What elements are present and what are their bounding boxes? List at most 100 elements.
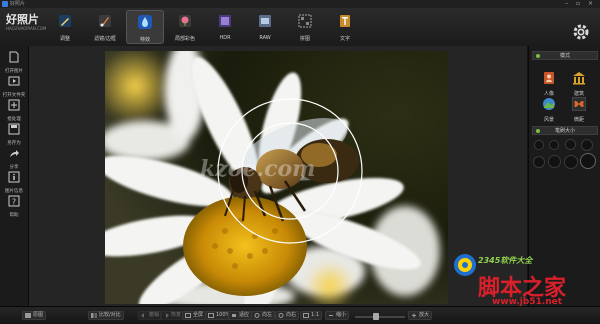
mode-macro[interactable]: 微距: [569, 96, 589, 123]
one-to-one-button[interactable]: 1:1: [300, 311, 323, 320]
water-drop-icon: [138, 15, 152, 29]
tool-label: HDR: [219, 35, 231, 41]
rotate-right-button[interactable]: 向右: [275, 311, 300, 320]
button-label: 向右: [286, 312, 297, 318]
button-label: 1:1: [311, 312, 320, 318]
tool-adjust[interactable]: 调整: [46, 10, 84, 44]
fullscreen-button[interactable]: 全屏: [182, 311, 207, 320]
fit-button[interactable]: 适应: [228, 311, 253, 320]
tool-label: 拼图: [299, 36, 310, 42]
tool-filter-frame[interactable]: 滤镜/边框: [86, 10, 124, 44]
center-watermark: kzoe.com: [200, 156, 316, 182]
original-button[interactable]: 原图: [22, 311, 47, 320]
window-controls[interactable]: – ▫ ×: [565, 0, 596, 7]
zoom-out-button[interactable]: 缩小: [325, 311, 350, 320]
compare-button[interactable]: 比较/对比: [88, 311, 124, 320]
button-label: 缩小: [336, 312, 347, 318]
tool-label: 局部彩色: [174, 36, 195, 42]
text-icon: [340, 15, 350, 27]
site-logo-badge: [454, 254, 476, 276]
app-icon: [2, 1, 8, 7]
button-label: 适应: [239, 312, 250, 318]
window-title: 好照片: [10, 1, 26, 7]
mode-architecture[interactable]: 建筑: [569, 70, 589, 97]
right-panel: 模式 人像 建筑 风景 微距 笔刷大小: [528, 46, 600, 306]
portrait-icon: [544, 72, 554, 84]
undo-icon: [141, 313, 144, 318]
actual-size-icon: [208, 313, 214, 318]
sidebar-item-help[interactable]: ? 帮助: [0, 192, 28, 222]
tool-label: 调整: [59, 36, 70, 42]
photo-preview[interactable]: kzoe.com: [105, 51, 448, 304]
collage-icon: [298, 14, 312, 28]
brush-size-option[interactable]: [533, 156, 545, 168]
button-label: 比较/对比: [99, 312, 121, 318]
landscape-icon: [543, 98, 555, 110]
plus-square-icon: [8, 99, 20, 111]
tool-label: RAW: [259, 35, 271, 41]
brush-size-option[interactable]: [581, 139, 593, 151]
zoom-in-icon: [412, 313, 416, 318]
gear-icon[interactable]: [572, 23, 590, 41]
url-watermark: www.jb51.net: [492, 297, 563, 307]
tool-hdr[interactable]: HDR: [206, 10, 244, 44]
section-indicator-dot: [536, 129, 540, 133]
zoom-slider-handle[interactable]: [373, 313, 379, 320]
brush-size-option[interactable]: [548, 155, 561, 168]
sidebar-item-label: 帮助: [9, 213, 19, 218]
mode-section-header[interactable]: 模式: [532, 51, 598, 60]
folder-play-icon: [8, 76, 20, 86]
brush-size-option[interactable]: [534, 140, 544, 150]
mode-landscape[interactable]: 风景: [539, 96, 559, 123]
info-icon: [8, 171, 20, 183]
pen-icon: [59, 15, 71, 27]
brush-size-section-header[interactable]: 笔刷大小: [532, 126, 598, 135]
mode-label: 风景: [543, 117, 554, 123]
save-icon: [8, 123, 20, 135]
tool-effects[interactable]: 特效: [126, 10, 164, 44]
building-icon: [573, 72, 585, 85]
brush-size-option[interactable]: [549, 140, 559, 150]
button-label: 原图: [33, 312, 44, 318]
undo-button[interactable]: 撤销: [138, 311, 163, 320]
ratio-icon: [303, 313, 309, 318]
tool-local-color[interactable]: 局部彩色: [166, 10, 204, 44]
document-icon: [9, 51, 19, 63]
brush-size-option[interactable]: [565, 139, 576, 150]
help-icon: ?: [8, 195, 20, 207]
button-label: 恢复: [171, 312, 182, 318]
hdr-icon: [219, 15, 231, 27]
tool-text[interactable]: 文字: [326, 10, 364, 44]
app-logo: 好照片 HAOZHAOPIAN.COM: [6, 14, 46, 42]
brush-size-option-selected[interactable]: [580, 153, 596, 169]
tool-collage[interactable]: 拼图: [286, 10, 324, 44]
button-label: 撤销: [149, 312, 160, 318]
zoom-slider-track[interactable]: [355, 316, 405, 318]
fullscreen-icon: [185, 313, 191, 318]
image-icon: [25, 313, 31, 318]
svg-text:?: ?: [12, 198, 16, 207]
brush-size-option[interactable]: [564, 155, 578, 169]
zoom-in-button[interactable]: 放大: [408, 311, 433, 320]
bottom-toolbar: 原图 比较/对比 撤销 恢复 全屏 100% 适应 向左 向右 1:1 缩小 放…: [0, 306, 600, 324]
redo-icon: [166, 313, 169, 318]
button-label: 向左: [262, 312, 273, 318]
button-label: 全屏: [193, 312, 204, 318]
fit-icon: [232, 314, 236, 317]
main-toolbar: 好照片 HAOZHAOPIAN.COM 调整 滤镜/边框 特效 局部彩色 HDR…: [0, 8, 600, 47]
left-sidebar: 打开图片 打开文件夹 批处理 另存为 分享 图片信息 ? 帮助: [0, 46, 29, 306]
share-icon: [10, 150, 19, 157]
title-bar: 好照片 – ▫ ×: [0, 0, 600, 8]
tool-raw[interactable]: RAW: [246, 10, 284, 44]
flower-icon: [179, 15, 191, 27]
logo-subtext: HAOZHAOPIAN.COM: [6, 26, 47, 31]
rotate-left-button[interactable]: 向左: [251, 311, 276, 320]
mode-portrait[interactable]: 人像: [539, 70, 559, 97]
brush-icon: [99, 15, 111, 27]
rotate-right-icon: [278, 313, 284, 318]
redo-button[interactable]: 恢复: [160, 311, 185, 320]
mode-label: 微距: [573, 117, 584, 123]
brush-size-header-label: 笔刷大小: [554, 128, 575, 134]
raw-icon: [259, 15, 271, 27]
tool-label: 文字: [339, 36, 350, 42]
